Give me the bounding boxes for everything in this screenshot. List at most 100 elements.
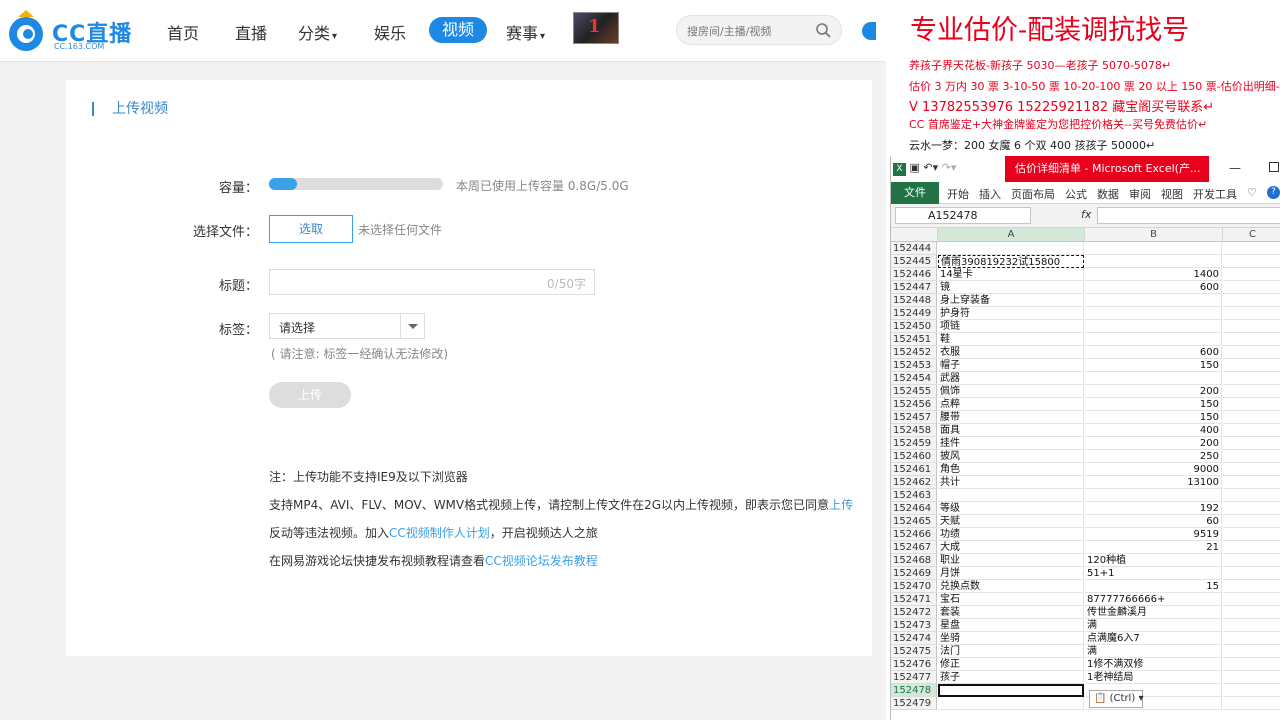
help-icon[interactable]: ? [1267,186,1280,199]
cell-a[interactable] [938,697,1084,710]
nav-events[interactable]: 赛事 ▾ [506,20,545,44]
file-tab[interactable]: 文件 [891,182,939,204]
row-header[interactable]: 152457 [891,411,937,424]
cell-a[interactable]: 佩饰 [938,385,1084,398]
row-header[interactable]: 152465 [891,515,937,528]
row-header[interactable]: 152448 [891,294,937,307]
row-header[interactable]: 152479 [891,697,937,710]
formula-input[interactable] [1097,207,1280,224]
chevron-down-icon[interactable] [400,314,424,338]
table-row[interactable]: 152461 角色 9000 [891,463,1280,476]
table-row[interactable]: 152460 披风 250 [891,450,1280,463]
table-row[interactable]: 152470 兑换点数 15 [891,580,1280,593]
row-header[interactable]: 152467 [891,541,937,554]
row-header[interactable]: 152451 [891,333,937,346]
column-header-a[interactable]: A [938,228,1085,242]
cell-b[interactable]: 点满魔6入7 [1085,632,1222,645]
cell-a[interactable]: 腰带 [938,411,1084,424]
table-row[interactable]: 152447 镜 600 [891,281,1280,294]
pick-file-button[interactable]: 选取 [269,215,353,243]
tab-insert[interactable]: 插入 [979,186,1001,202]
tab-page-layout[interactable]: 页面布局 [1011,186,1055,202]
cell-b[interactable]: 600 [1085,346,1222,359]
cell-c[interactable] [1223,450,1280,463]
row-header[interactable]: 152470 [891,580,937,593]
cell-a[interactable]: 天赋 [938,515,1084,528]
table-row[interactable]: 152457 腰带 150 [891,411,1280,424]
cell-c[interactable] [1223,255,1280,268]
upload-agreement-link[interactable]: 上传 [829,498,853,512]
minimize-icon[interactable]: — [1229,161,1241,175]
paste-options-button[interactable]: 📋 (Ctrl) ▾ [1089,690,1143,708]
cell-c[interactable] [1223,437,1280,450]
column-header-c[interactable]: C [1223,228,1280,242]
select-all-corner[interactable] [891,228,938,242]
cell-a[interactable] [938,242,1084,255]
table-row[interactable]: 152465 天赋 60 [891,515,1280,528]
cell-c[interactable] [1223,385,1280,398]
tab-view[interactable]: 视图 [1161,186,1183,202]
tab-review[interactable]: 审阅 [1129,186,1151,202]
cell-a[interactable]: 职业 [938,554,1084,567]
row-header[interactable]: 152471 [891,593,937,606]
cell-a[interactable]: 镜 [938,281,1084,294]
save-icon[interactable]: ▣ [910,161,920,174]
table-row[interactable]: 152469 月饼 51+1 [891,567,1280,580]
nav-entertainment[interactable]: 娱乐 [374,20,406,44]
cell-b[interactable]: 1400 [1085,268,1222,281]
fx-icon[interactable]: fx [1081,208,1091,221]
cell-b[interactable]: 1老神结局 [1085,671,1222,684]
site-logo[interactable]: CC直播 CC.163.COM [4,8,134,54]
cell-c[interactable] [1223,632,1280,645]
cell-c[interactable] [1223,671,1280,684]
cell-c[interactable] [1223,333,1280,346]
cell-b[interactable]: 150 [1085,398,1222,411]
table-row[interactable]: 152458 面具 400 [891,424,1280,437]
row-header[interactable]: 152474 [891,632,937,645]
title-input[interactable]: 0/50字 [269,269,595,295]
cell-a[interactable]: 星盘 [938,619,1084,632]
table-row[interactable]: 152456 点粹 150 [891,398,1280,411]
forum-tutorial-link[interactable]: CC视频论坛发布教程 [485,554,598,568]
row-header[interactable]: 152455 [891,385,937,398]
row-header[interactable]: 152477 [891,671,937,684]
row-header[interactable]: 152469 [891,567,937,580]
table-row[interactable]: 152445 倩雨390819232试15800 [891,255,1280,268]
maximize-icon[interactable] [1269,162,1279,172]
row-header[interactable]: 152459 [891,437,937,450]
column-header-b[interactable]: B [1085,228,1223,242]
cell-a[interactable]: 身上穿装备 [938,294,1084,307]
cell-c[interactable] [1223,242,1280,255]
cell-b[interactable]: 51+1 [1085,567,1222,580]
row-header[interactable]: 152462 [891,476,937,489]
table-row[interactable]: 152473 星盘满 [891,619,1280,632]
row-header[interactable]: 152452 [891,346,937,359]
row-header[interactable]: 152446 [891,268,937,281]
search-input[interactable] [687,22,807,40]
cell-c[interactable] [1223,528,1280,541]
row-header[interactable]: 152453 [891,359,937,372]
table-row[interactable]: 152459 挂件 200 [891,437,1280,450]
cell-a[interactable]: 角色 [938,463,1084,476]
cell-c[interactable] [1223,658,1280,671]
cell-a[interactable]: 月饼 [938,567,1084,580]
row-header[interactable]: 152449 [891,307,937,320]
table-row[interactable]: 152474 坐骑 点满魔6入7 [891,632,1280,645]
tab-data[interactable]: 数据 [1097,186,1119,202]
cell-a[interactable]: 倩雨390819232试15800 [938,255,1084,268]
cell-b[interactable]: 满 [1085,645,1222,658]
cell-c[interactable] [1223,541,1280,554]
table-row[interactable]: 152464 等级 192 [891,502,1280,515]
table-row[interactable]: 152467 大成 21 [891,541,1280,554]
cell-b[interactable]: 满 [1085,619,1222,632]
nav-home[interactable]: 首页 [167,20,199,44]
cell-b[interactable]: 200 [1085,437,1222,450]
cell-c[interactable] [1223,398,1280,411]
table-row[interactable]: 152466 功绩 9519 [891,528,1280,541]
upload-button[interactable]: 上传 [269,382,351,408]
cell-c[interactable] [1223,567,1280,580]
row-header[interactable]: 152463 [891,489,937,502]
cell-b[interactable]: 13100 [1085,476,1222,489]
cell-c[interactable] [1223,307,1280,320]
search-icon[interactable] [815,22,831,38]
